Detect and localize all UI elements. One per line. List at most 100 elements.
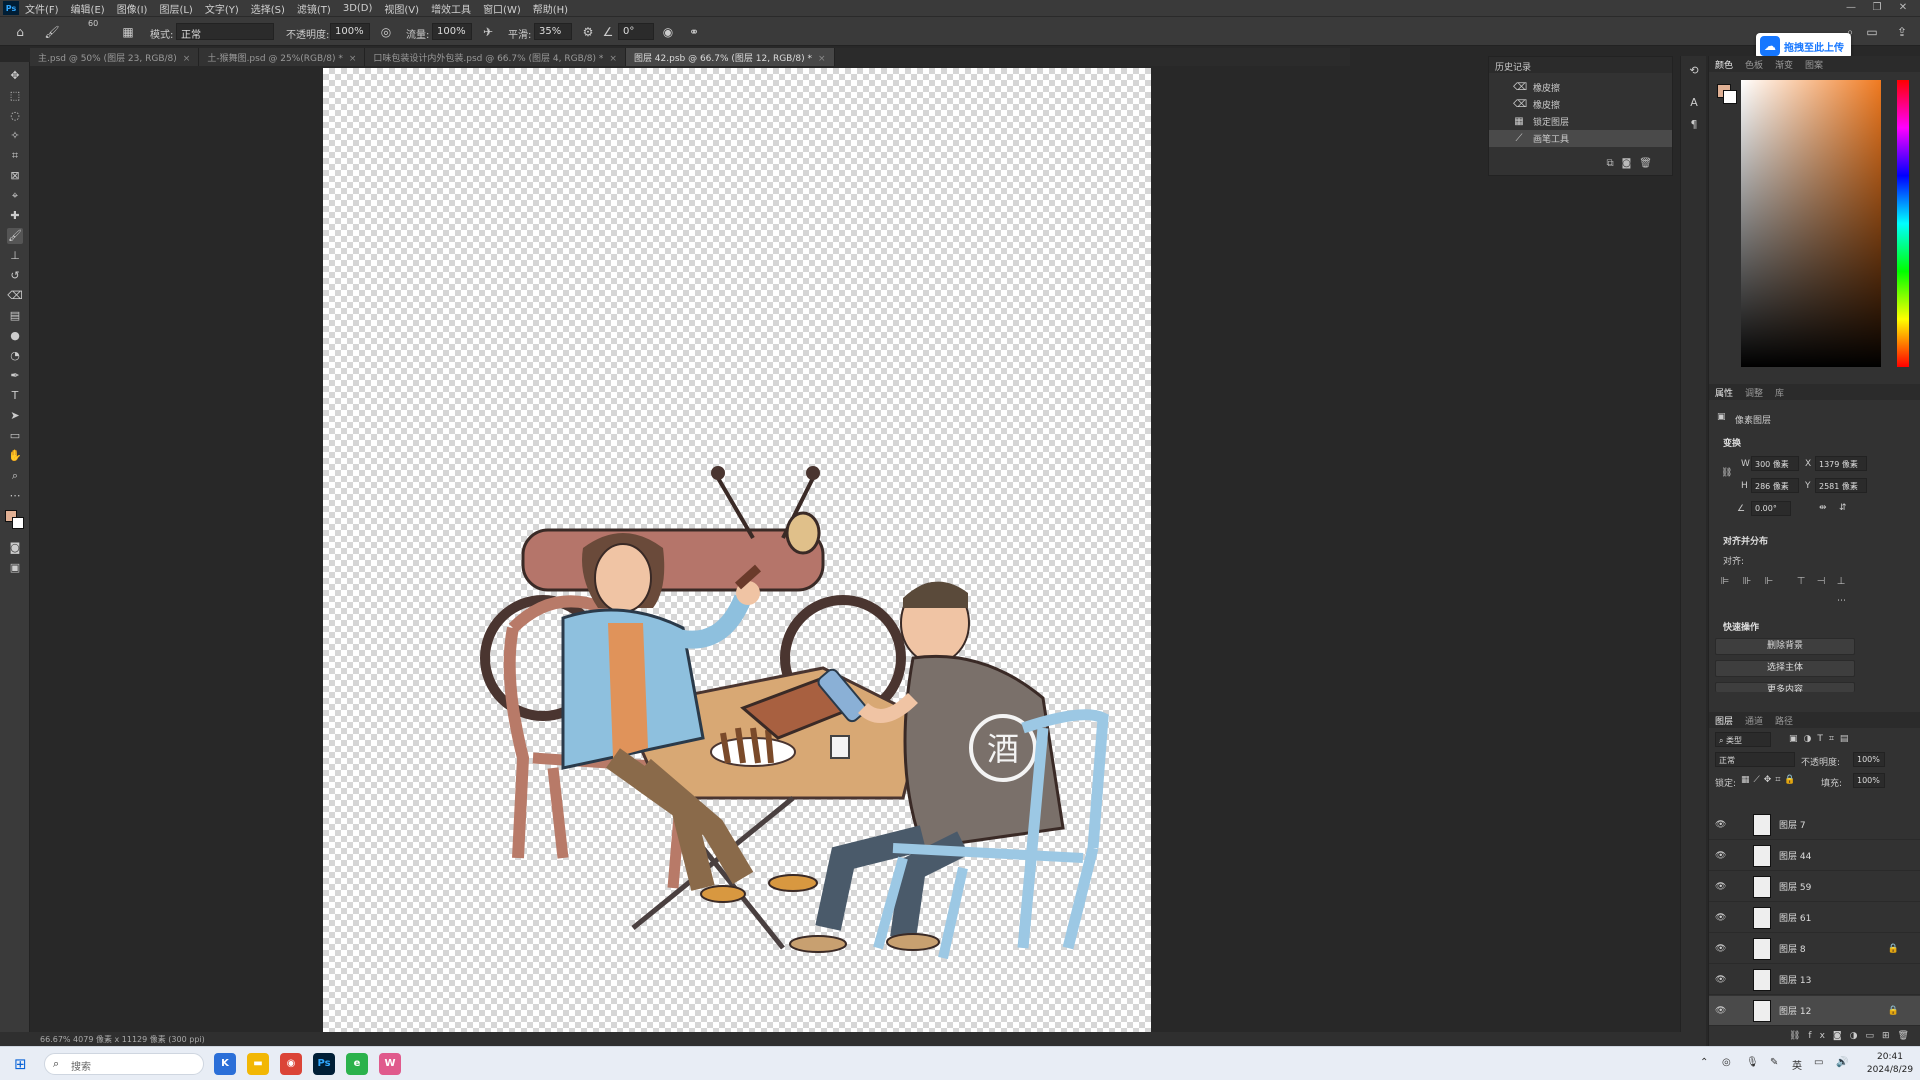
character-panel-icon[interactable]: A bbox=[1686, 96, 1702, 112]
menu-type[interactable]: 文字(Y) bbox=[205, 1, 239, 16]
layer-row[interactable]: 👁 图层 13 bbox=[1709, 965, 1920, 995]
visibility-eye-icon[interactable]: 👁 bbox=[1715, 851, 1727, 861]
more-quick-actions-button[interactable]: 更多内容 bbox=[1715, 682, 1855, 692]
crop-tool-icon[interactable]: ⌗ bbox=[7, 148, 23, 164]
menu-image[interactable]: 图像(I) bbox=[117, 1, 148, 16]
link-icon[interactable]: ⛓ bbox=[1721, 468, 1732, 478]
doc-tab-active[interactable]: 图层 42.psb @ 66.7% (图层 12, RGB/8) * × bbox=[625, 48, 835, 66]
flow-input[interactable]: 100% bbox=[432, 23, 472, 40]
hue-slider[interactable] bbox=[1897, 80, 1909, 367]
app-w-icon[interactable]: W bbox=[379, 1053, 401, 1075]
ime-indicator[interactable]: 英 bbox=[1792, 1057, 1802, 1072]
mode-select[interactable]: 正常 bbox=[176, 23, 274, 41]
menu-3d[interactable]: 3D(D) bbox=[343, 3, 373, 14]
type-tool-icon[interactable]: T bbox=[7, 388, 23, 404]
layer-row[interactable]: 👁 图层 44 bbox=[1709, 841, 1920, 871]
tab-libraries[interactable]: 库 bbox=[1775, 386, 1784, 399]
menu-file[interactable]: 文件(F) bbox=[25, 1, 59, 16]
history-item-selected[interactable]: ⟋ 画笔工具 bbox=[1489, 130, 1672, 147]
lasso-tool-icon[interactable]: ◌ bbox=[7, 108, 23, 124]
menu-help[interactable]: 帮助(H) bbox=[533, 1, 568, 16]
tab-gradients[interactable]: 渐变 bbox=[1775, 58, 1793, 71]
brush-settings-icon[interactable]: ▦ bbox=[120, 24, 136, 40]
healing-brush-icon[interactable]: ✚ bbox=[7, 208, 23, 224]
blur-tool-icon[interactable]: ● bbox=[7, 328, 23, 344]
color-swatches[interactable] bbox=[1717, 84, 1739, 106]
layer-row[interactable]: 👁 图层 8 🔒 bbox=[1709, 934, 1920, 964]
tab-swatches[interactable]: 色板 bbox=[1745, 58, 1763, 71]
browser-e-icon[interactable]: e bbox=[346, 1053, 368, 1075]
layer-filter-select[interactable]: ⌕ 类型 bbox=[1715, 732, 1771, 747]
flip-horizontal-icon[interactable]: ⇹ bbox=[1819, 503, 1827, 513]
angle-input[interactable]: 0.00° bbox=[1751, 501, 1791, 516]
visibility-eye-icon[interactable]: 👁 bbox=[1715, 882, 1727, 892]
gear-icon[interactable]: ⚙ bbox=[580, 24, 596, 40]
doc-tab[interactable]: 土-猴舞图.psd @ 25%(RGB/8) * × bbox=[199, 48, 366, 66]
windows-start-icon[interactable]: ⊞ bbox=[14, 1056, 30, 1072]
tab-paths[interactable]: 路径 bbox=[1775, 714, 1793, 727]
x-input[interactable]: 1379 像素 bbox=[1815, 456, 1867, 471]
menu-plugins[interactable]: 增效工具 bbox=[431, 1, 471, 16]
width-input[interactable]: 300 像素 bbox=[1751, 456, 1799, 471]
background-swatch[interactable] bbox=[1723, 90, 1737, 104]
layer-row[interactable]: 👁 图层 7 bbox=[1709, 810, 1920, 840]
frame-tool-icon[interactable]: ⊠ bbox=[7, 168, 23, 184]
path-select-icon[interactable]: ➤ bbox=[7, 408, 23, 424]
history-item[interactable]: ▦ 锁定图层 bbox=[1489, 113, 1672, 130]
flip-vertical-icon[interactable]: ⇵ bbox=[1839, 503, 1847, 513]
workspace-icon[interactable]: ▭ bbox=[1864, 24, 1880, 40]
chrome-icon[interactable]: ◉ bbox=[280, 1053, 302, 1075]
opacity-input[interactable]: 100% bbox=[330, 23, 370, 40]
close-icon[interactable]: × bbox=[183, 54, 191, 64]
layer-row[interactable]: 👁 图层 59 bbox=[1709, 872, 1920, 902]
tab-patterns[interactable]: 图案 bbox=[1805, 58, 1823, 71]
stamp-tool-icon[interactable]: ⊥ bbox=[7, 248, 23, 264]
volume-icon[interactable]: 🔊 bbox=[1836, 1057, 1848, 1068]
tray-expand-icon[interactable]: ⌃ bbox=[1700, 1057, 1708, 1068]
eyedropper-icon[interactable]: ⌖ bbox=[7, 188, 23, 204]
visibility-eye-icon[interactable]: 👁 bbox=[1715, 944, 1727, 954]
brush-size-value[interactable]: 60 bbox=[88, 19, 98, 28]
visibility-eye-icon[interactable]: 👁 bbox=[1715, 913, 1727, 923]
home-icon[interactable]: ⌂ bbox=[12, 24, 28, 40]
menu-layer[interactable]: 图层(L) bbox=[159, 1, 192, 16]
screen-mode-icon[interactable]: ▣ bbox=[7, 560, 23, 576]
menu-select[interactable]: 选择(S) bbox=[251, 1, 285, 16]
layer-filter-icons[interactable]: ▣◑T⌗▤ bbox=[1789, 734, 1854, 744]
zoom-tool-icon[interactable]: ⌕ bbox=[7, 468, 23, 484]
align-center-icon[interactable]: ⊪ bbox=[1741, 576, 1753, 588]
layer-row-selected[interactable]: 👁 图层 12 🔒 bbox=[1709, 996, 1920, 1026]
app-k-icon[interactable]: K bbox=[214, 1053, 236, 1075]
share-icon[interactable]: ⇪ bbox=[1894, 24, 1910, 40]
more-tools-icon[interactable]: ⋯ bbox=[7, 488, 23, 504]
lock-options-icons[interactable]: ▦⟋✥⌗🔒 bbox=[1741, 775, 1800, 785]
layer-row[interactable]: 👁 图层 61 bbox=[1709, 903, 1920, 933]
layer-footer-icons[interactable]: ⛓fx◙◑▭⊞🗑 bbox=[1789, 1031, 1917, 1041]
visibility-eye-icon[interactable]: 👁 bbox=[1715, 1006, 1727, 1016]
marquee-tool-icon[interactable]: ⬚ bbox=[7, 88, 23, 104]
eraser-icon[interactable]: ⌫ bbox=[7, 288, 23, 304]
symmetry-icon[interactable]: ⚭ bbox=[686, 24, 702, 40]
align-heading[interactable]: 对齐并分布 bbox=[1723, 534, 1768, 547]
paragraph-panel-icon[interactable]: ¶ bbox=[1686, 118, 1702, 134]
doc-tab[interactable]: 口味包装设计内外包装.psd @ 66.7% (图层 4, RGB/8) * × bbox=[365, 48, 626, 66]
more-options-icon[interactable]: ⋯ bbox=[1837, 596, 1846, 606]
history-panel-title[interactable]: 历史记录 bbox=[1489, 57, 1672, 73]
menu-view[interactable]: 视图(V) bbox=[384, 1, 419, 16]
visibility-eye-icon[interactable]: 👁 bbox=[1715, 975, 1727, 985]
tab-color[interactable]: 颜色 bbox=[1715, 58, 1733, 71]
tray-app-icon[interactable]: ◎ bbox=[1722, 1057, 1731, 1068]
pen-icon[interactable]: ✎ bbox=[1770, 1057, 1778, 1068]
photoshop-taskbar-icon[interactable]: Ps bbox=[313, 1053, 335, 1075]
document-canvas[interactable]: 酒 bbox=[323, 68, 1151, 1032]
gradient-tool-icon[interactable]: ▤ bbox=[7, 308, 23, 324]
fill-input[interactable]: 100% bbox=[1853, 773, 1885, 788]
new-document-from-state-icon[interactable]: ⧉ bbox=[1606, 158, 1613, 169]
history-brush-icon[interactable]: ↺ bbox=[7, 268, 23, 284]
select-subject-button[interactable]: 选择主体 bbox=[1715, 660, 1855, 677]
file-explorer-icon[interactable]: ▬ bbox=[247, 1053, 269, 1075]
airbrush-icon[interactable]: ✈ bbox=[480, 24, 496, 40]
rectangle-tool-icon[interactable]: ▭ bbox=[7, 428, 23, 444]
history-item[interactable]: ⌫ 橡皮擦 bbox=[1489, 96, 1672, 113]
pressure-size-icon[interactable]: ◉ bbox=[660, 24, 676, 40]
